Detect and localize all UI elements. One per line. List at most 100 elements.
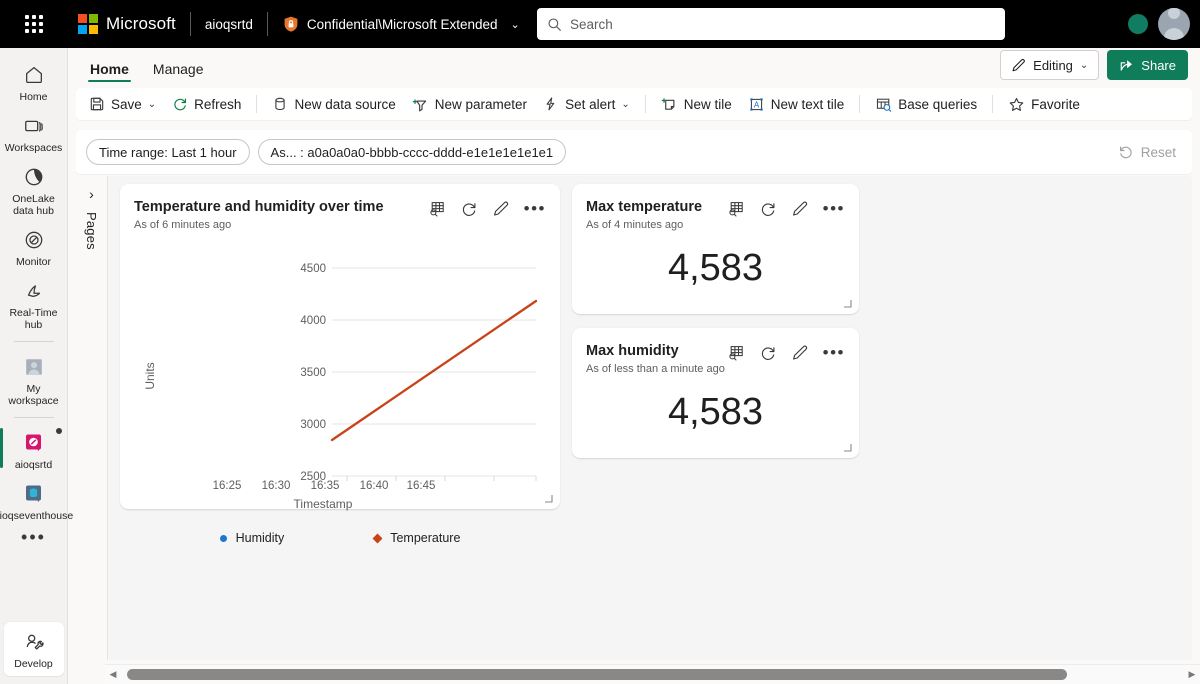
sidebar-item-monitor[interactable]: Monitor [2, 221, 66, 272]
explore-data-icon[interactable] [727, 200, 745, 218]
sidebar-divider-2 [13, 417, 54, 418]
tab-manage[interactable]: Manage [143, 56, 214, 84]
sidebar-item-label: Real-Time hub [9, 307, 58, 331]
tile-title: Max temperature [586, 199, 703, 215]
top-app-bar: Microsoft aioqsrtd Confidential\Microsof… [0, 0, 1200, 48]
sidebar-more-icon[interactable]: ••• [21, 526, 46, 548]
tile-resize-handle[interactable] [544, 494, 553, 503]
reset-label: Reset [1140, 144, 1176, 160]
develop-icon [21, 629, 47, 655]
sidebar-item-my-workspace[interactable]: My workspace [2, 348, 66, 411]
scroll-right-arrow-icon[interactable]: ▶ [1184, 665, 1200, 684]
filter-pill-asset[interactable]: As... : a0a0a0a0-bbbb-cccc-dddd-e1e1e1e1… [257, 139, 567, 165]
tile-subtitle: As of 6 minutes ago [134, 219, 232, 231]
new-parameter-button[interactable]: New parameter [405, 90, 534, 118]
fabric-rtd-dashboard-app: Microsoft aioqsrtd Confidential\Microsof… [0, 0, 1200, 684]
search-input[interactable]: Search [537, 8, 1005, 40]
scrollbar-thumb[interactable] [127, 668, 1067, 680]
edit-icon[interactable] [791, 200, 809, 218]
tile-temperature-humidity-chart[interactable]: Temperature and humidity over time As of… [120, 184, 560, 545]
scroll-left-arrow-icon[interactable]: ◀ [105, 665, 121, 684]
refresh-icon[interactable] [759, 200, 777, 218]
develop-button[interactable]: Develop [3, 622, 64, 676]
ribbon-right-actions: Editing ⌄ Share [1000, 50, 1188, 80]
sidebar-item-label: Workspaces [4, 142, 63, 154]
filter-bar: Time range: Last 1 hour As... : a0a0a0a0… [76, 130, 1192, 174]
more-options-icon[interactable]: ••• [524, 200, 546, 217]
edit-icon[interactable] [791, 344, 809, 362]
new-tile-button[interactable]: New tile [654, 90, 739, 118]
favorite-button[interactable]: Favorite [1001, 90, 1087, 118]
sidebar-item-label: Home [19, 91, 48, 103]
edit-icon[interactable] [492, 200, 510, 218]
tile-actions: ••• [727, 198, 845, 218]
tile-title-block: Temperature and humidity over time As of… [134, 198, 428, 231]
set-alert-button[interactable]: Set alert ⌄ [536, 90, 637, 118]
tile-header: Temperature and humidity over time As of… [120, 184, 560, 231]
microsoft-squares-icon [78, 14, 98, 34]
more-options-icon[interactable]: ••• [823, 200, 845, 217]
tile-resize-handle[interactable] [843, 443, 852, 452]
tile-resize-handle[interactable] [843, 299, 852, 308]
chevron-right-icon[interactable]: › [89, 186, 94, 202]
app-launcher-icon[interactable] [18, 8, 50, 40]
sensitivity-label-button[interactable]: Confidential\Microsoft Extended ⌄ [282, 15, 520, 33]
new-text-tile-button[interactable]: A New text tile [741, 90, 852, 118]
new-parameter-label: New parameter [434, 96, 528, 112]
sidebar-item-home[interactable]: Home [2, 56, 66, 107]
sidebar-item-aioqsrtd[interactable]: aioqsrtd [0, 424, 66, 475]
presence-status-icon[interactable] [1128, 14, 1148, 34]
microsoft-logo[interactable]: Microsoft [78, 14, 176, 34]
base-queries-button[interactable]: Base queries [868, 90, 984, 118]
tab-home[interactable]: Home [80, 56, 139, 84]
scrollbar-track[interactable] [121, 665, 1184, 684]
unsaved-indicator-dot [55, 428, 62, 434]
humidity-marker-icon [219, 534, 227, 542]
refresh-icon[interactable] [460, 200, 478, 218]
base-queries-label: Base queries [898, 96, 978, 112]
realtime-dashboard-icon [21, 430, 47, 456]
avatar[interactable] [1158, 8, 1190, 40]
editing-mode-button[interactable]: Editing ⌄ [1000, 50, 1100, 80]
tile-title: Temperature and humidity over time [134, 199, 384, 215]
explore-data-icon[interactable] [727, 344, 745, 362]
eventhouse-icon [21, 481, 47, 507]
sidebar-item-onelake-data-hub[interactable]: OneLake data hub [2, 158, 66, 221]
sidebar-item-aioqseventhouse[interactable]: aioqseventhouse [0, 475, 73, 526]
horizontal-scrollbar[interactable]: ◀ ▶ [105, 664, 1200, 684]
kpi-value: 4,583 [667, 391, 764, 433]
share-button[interactable]: Share [1107, 50, 1188, 80]
chevron-down-icon: ⌄ [510, 18, 520, 31]
toolbar-divider-2 [644, 95, 646, 113]
chart-x-axis: 16:25 16:30 16:35 16:40 16:45 Timestamp [213, 480, 436, 511]
filter-pill-time-range[interactable]: Time range: Last 1 hour [86, 139, 250, 165]
refresh-icon[interactable] [759, 344, 777, 362]
sidebar-divider-1 [13, 341, 54, 342]
line-chart: 2500 3000 3500 4000 4500 Units 16:25 16:… [120, 231, 560, 511]
save-button[interactable]: Save ⌄ [82, 90, 163, 118]
refresh-button[interactable]: Refresh [165, 90, 248, 118]
svg-text:3500: 3500 [300, 367, 326, 379]
svg-text:16:25: 16:25 [213, 480, 242, 492]
chart-svg: 2500 3000 3500 4000 4500 Units [143, 263, 538, 481]
reset-filters-button[interactable]: Reset [1118, 144, 1182, 160]
svg-text:4500: 4500 [300, 263, 326, 275]
set-alert-label: Set alert [565, 96, 616, 112]
search-placeholder: Search [570, 16, 613, 32]
tile-max-humidity[interactable]: Max humidity As of less than a minute ag… [572, 328, 859, 458]
save-label: Save [111, 96, 142, 112]
explore-data-icon[interactable] [428, 200, 446, 218]
legend-item-temperature[interactable]: Temperature [372, 531, 460, 545]
sidebar-item-real-time-hub[interactable]: Real-Time hub [2, 272, 66, 335]
tile-title: Max humidity [586, 343, 679, 359]
legend-item-humidity[interactable]: Humidity [219, 531, 284, 545]
sidebar-item-workspaces[interactable]: Workspaces [2, 107, 66, 158]
new-data-source-button[interactable]: New data source [265, 90, 402, 118]
workspace-name[interactable]: aioqsrtd [205, 17, 253, 32]
kpi-value: 4,583 [667, 247, 764, 289]
more-options-icon[interactable]: ••• [823, 344, 845, 361]
sidebar-item-label: OneLake data hub [12, 193, 55, 217]
tile-actions: ••• [727, 342, 845, 362]
pages-label[interactable]: Pages [84, 212, 99, 250]
tile-max-temperature[interactable]: Max temperature As of 4 minutes ago ••• … [572, 184, 859, 314]
